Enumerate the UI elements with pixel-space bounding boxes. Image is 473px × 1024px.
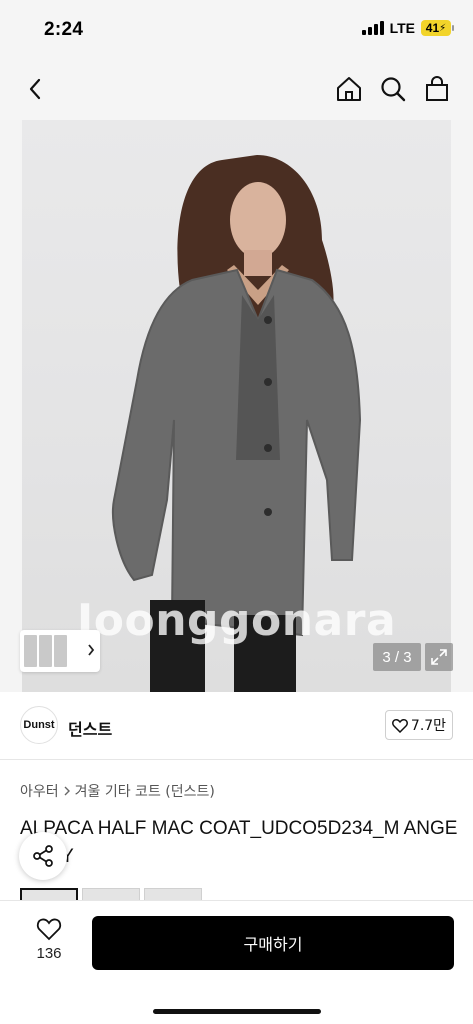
shop-like-button[interactable]: 7.7만 — [385, 710, 453, 740]
home-icon — [337, 77, 361, 101]
mini-thumbnail — [39, 635, 52, 667]
chevron-right-icon — [88, 644, 95, 656]
search-icon — [381, 77, 406, 102]
mini-thumbnail — [24, 635, 37, 667]
shop-logo[interactable]: Dunst — [20, 706, 58, 744]
thumbnail-strip[interactable] — [20, 630, 100, 672]
breadcrumb: 아우터 겨울 기타 코트 (던스트) — [20, 781, 215, 801]
share-icon — [33, 845, 53, 867]
favorite-count: 136 — [36, 945, 62, 962]
shop-like-count: 7.7만 — [410, 718, 447, 734]
product-title: ALPACA HALF MAC COAT_UDCO5D234_M ANGE GR… — [20, 818, 458, 867]
share-button[interactable] — [19, 832, 67, 880]
heart-icon — [36, 918, 62, 941]
chevron-left-icon — [29, 78, 41, 100]
shopping-bag-icon — [426, 76, 448, 101]
breadcrumb-category[interactable]: 아우터 — [20, 781, 59, 801]
mini-thumbnail — [54, 635, 67, 667]
shop-info-row[interactable]: Dunst 던스트 7.7만 — [0, 692, 473, 760]
chevron-right-icon — [64, 786, 70, 796]
network-label: LTE — [389, 20, 415, 36]
home-indicator — [153, 1009, 321, 1014]
battery-level: 41 — [425, 21, 440, 35]
status-bar: 2:24 LTE 41 ⚡ — [0, 0, 473, 60]
battery-icon: 41 ⚡ — [421, 20, 454, 36]
shop-name[interactable]: 던스트 — [68, 716, 112, 740]
back-button[interactable] — [20, 74, 50, 104]
buy-button[interactable]: 구매하기 — [92, 916, 454, 970]
favorite-button[interactable]: 136 — [24, 917, 74, 962]
cart-button[interactable] — [422, 74, 452, 104]
product-image-gallery[interactable]: Joonggonara 3 / 3 — [0, 120, 473, 692]
status-time: 2:24 — [44, 19, 84, 40]
bottom-action-bar: 136 구매하기 — [0, 900, 473, 1024]
top-nav — [0, 60, 473, 120]
search-button[interactable] — [378, 74, 408, 104]
signal-icon — [361, 21, 384, 35]
heart-icon — [391, 718, 408, 733]
breadcrumb-subcategory[interactable]: 겨울 기타 코트 (던스트) — [75, 781, 215, 801]
image-counter: 3 / 3 — [373, 643, 421, 671]
home-button[interactable] — [334, 74, 364, 104]
expand-button[interactable] — [425, 643, 453, 671]
expand-icon — [431, 649, 447, 665]
status-indicators: LTE 41 ⚡ — [361, 20, 454, 36]
